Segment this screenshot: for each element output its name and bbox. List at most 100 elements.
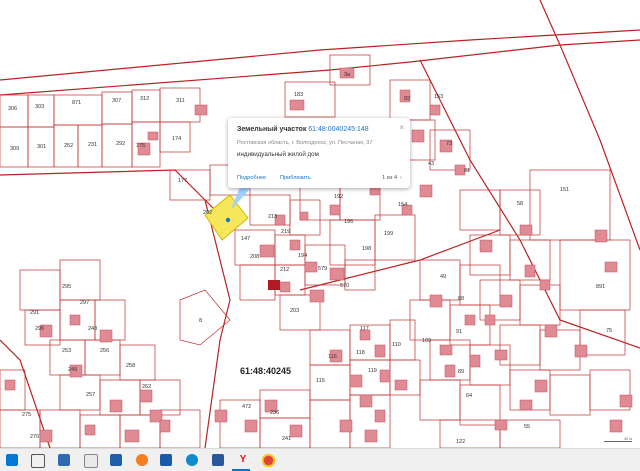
plot-label: 153 — [434, 94, 443, 100]
popup-permitted-use: индивидуальный жилой дом — [237, 151, 319, 158]
plot-label: 231 — [88, 142, 97, 148]
plot-label: 196 — [344, 219, 353, 225]
plot-label: 115 — [316, 378, 325, 384]
plot-label: 174 — [172, 136, 181, 142]
cadastral-map[interactable]: 306 303 871 307 312 311 309 301 252 231 … — [0, 0, 640, 448]
plot-label: 116 — [328, 354, 337, 360]
plot-label: 199 — [384, 231, 393, 237]
plot-label: 119 — [368, 368, 377, 374]
plot-label: 252 — [64, 143, 73, 149]
plot-label: 213 — [268, 214, 277, 220]
store-icon[interactable] — [136, 454, 148, 466]
details-link[interactable]: Подробнее — [237, 175, 266, 181]
plot-label: 891 — [596, 284, 605, 290]
plot-label: 579 — [318, 266, 327, 272]
browser-icon[interactable] — [110, 454, 122, 466]
plot-label: 262 — [142, 384, 151, 390]
search-icon[interactable] — [31, 454, 45, 468]
plot-label: 151 — [560, 187, 569, 193]
plot-label: 177 — [178, 178, 187, 184]
plot-label: 64 — [466, 393, 472, 399]
plot-label: 118 — [356, 350, 365, 356]
plot-label: 296 — [35, 326, 44, 332]
task-view-icon[interactable] — [58, 454, 70, 466]
plot-label: 291 — [30, 310, 39, 316]
plot-label: 88 — [458, 296, 464, 302]
plot-label: 89 — [458, 369, 464, 375]
plot-label: 241 — [282, 436, 291, 442]
plot-label: 307 — [112, 98, 121, 104]
plot-label: 122 — [456, 439, 465, 445]
close-icon[interactable]: × — [399, 123, 404, 132]
plot-label: 303 — [35, 104, 44, 110]
plot-label: 55 — [524, 424, 530, 430]
plot-label: 472 — [242, 404, 251, 410]
pager-text: 1 из 4 — [382, 175, 398, 181]
plot-label: 311 — [176, 98, 185, 104]
popup-title-text: Земельный участок — [237, 126, 307, 133]
plot-label: 183 — [294, 92, 303, 98]
plot-label: 301 — [37, 144, 46, 150]
plot-label: 248 — [88, 326, 97, 332]
plot-label: 219 — [281, 229, 290, 235]
mail-icon[interactable] — [84, 454, 98, 468]
plot-label: 58 — [517, 201, 523, 207]
plot-label: 81 — [464, 168, 470, 174]
popup-pager: 1 из 4 › — [382, 175, 402, 181]
plot-label: 109 — [422, 338, 431, 344]
plot-label: 295 — [62, 284, 71, 290]
chrome-icon[interactable] — [262, 454, 275, 467]
next-arrow-icon[interactable]: › — [400, 175, 402, 181]
plot-label: 258 — [126, 363, 135, 369]
plot-label: 236 — [270, 410, 279, 416]
plot-label: 117 — [360, 326, 369, 332]
plot-label: 3а — [344, 72, 351, 78]
plot-label: 871 — [72, 100, 81, 106]
plot-label: 198 — [362, 246, 371, 252]
edge-new-icon[interactable] — [186, 454, 198, 466]
taskbar: Y — [0, 448, 640, 471]
plot-label: 212 — [280, 267, 289, 273]
plot-label: 192 — [334, 194, 343, 200]
plot-label: 75 — [606, 328, 612, 334]
plot-label: 297 — [80, 300, 89, 306]
plot-info-popup: Земельный участок 61:48:0040245:148 × Ро… — [228, 118, 410, 188]
building-dark — [268, 280, 280, 290]
plot-label: 275 — [22, 412, 31, 418]
plot-label: 43 — [428, 161, 434, 167]
start-icon[interactable] — [6, 454, 18, 466]
popup-address: Ростовская область, г. Волгодонск, ул. П… — [237, 140, 373, 146]
plot-label: 154 — [398, 202, 407, 208]
plot-label: 147 — [241, 236, 250, 242]
yandex-icon[interactable]: Y — [237, 454, 249, 466]
plot-label: 175 — [136, 143, 145, 149]
plot-label: 270 — [30, 434, 39, 440]
plot-label: 249 — [68, 367, 77, 373]
plot-label: 8 — [199, 318, 202, 324]
plot-label: 256 — [100, 348, 109, 354]
plot-label: 253 — [62, 348, 71, 354]
cadastral-number-link[interactable]: 61:48:0040245:148 — [308, 126, 368, 133]
plot-label: 110 — [392, 342, 401, 348]
plot-label: 202 — [203, 210, 212, 216]
plot-label: 257 — [86, 392, 95, 398]
plot-label: 292 — [116, 141, 125, 147]
plot-label: 91 — [456, 329, 462, 335]
plot-label: 73 — [446, 141, 452, 147]
selected-marker — [225, 217, 231, 223]
plot-label: 208 — [250, 254, 259, 260]
plot-label: 203 — [290, 308, 299, 314]
plot-label: 306 — [8, 106, 17, 112]
plot-label: 49 — [440, 274, 446, 280]
plot-label: 309 — [10, 146, 19, 152]
edge-icon[interactable] — [160, 454, 172, 466]
zoom-in-link[interactable]: Приблизить — [280, 175, 311, 181]
region-label: 61:48:40245 — [240, 366, 292, 376]
popup-title: Земельный участок 61:48:0040245:148 — [237, 126, 369, 133]
plot-label: 194 — [298, 253, 307, 259]
plot-label: 312 — [140, 96, 149, 102]
plot-label: 82 — [404, 96, 410, 102]
scale-bar: 40 м — [604, 436, 632, 442]
word-icon[interactable] — [212, 454, 224, 466]
plot-label: 570 — [340, 283, 349, 289]
